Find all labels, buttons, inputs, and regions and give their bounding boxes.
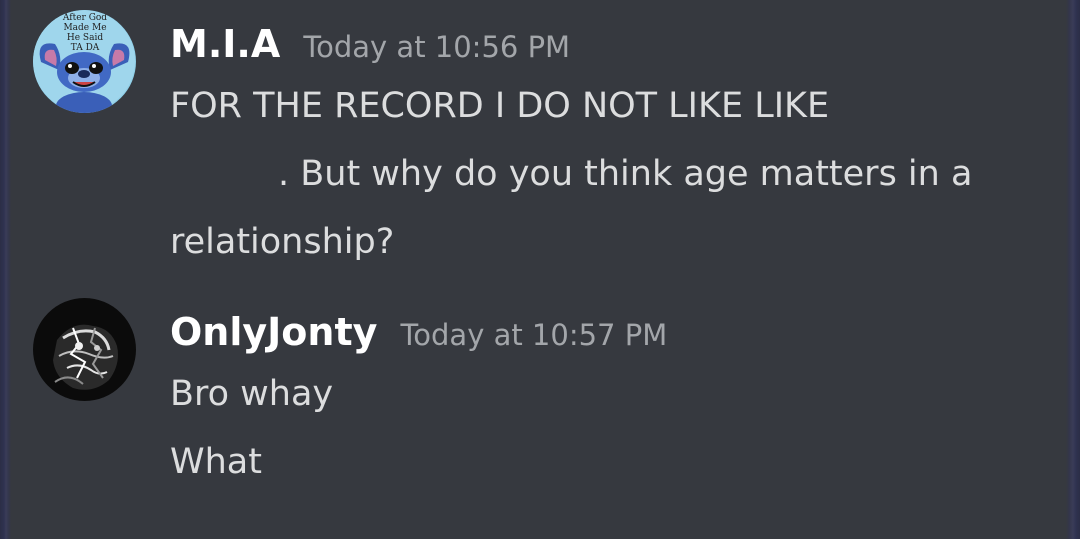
message-line: What — [170, 442, 262, 482]
message-body: OnlyJonty Today at 10:57 PM Bro whay Wha… — [170, 298, 1060, 496]
svg-text:TA DA: TA DA — [71, 43, 100, 53]
avatar[interactable]: After God Made Me He Said TA DA — [33, 10, 136, 113]
message-header: OnlyJonty Today at 10:57 PM — [170, 298, 1060, 360]
svg-text:Made Me: Made Me — [63, 23, 106, 33]
svg-text:He Said: He Said — [67, 33, 103, 43]
sketch-avatar-icon — [33, 298, 136, 401]
avatar[interactable] — [33, 298, 136, 401]
window-edge-left — [0, 0, 11, 539]
message-line: Bro whay — [170, 374, 334, 414]
message-line: relationship? — [170, 222, 395, 262]
message-line: . But why do you think age matters in a — [278, 154, 973, 194]
message-line: FOR THE RECORD I DO NOT LIKE LIKE — [170, 86, 830, 126]
message-body: M.I.A Today at 10:56 PM FOR THE RECORD I… — [170, 10, 1060, 276]
stitch-avatar-icon: After God Made Me He Said TA DA — [33, 10, 136, 113]
message-content: FOR THE RECORD I DO NOT LIKE LIKE . But … — [170, 72, 1060, 276]
window-edge-right — [1066, 0, 1080, 539]
svg-text:After God: After God — [62, 13, 107, 23]
timestamp: Today at 10:56 PM — [303, 30, 571, 64]
username[interactable]: M.I.A — [170, 22, 280, 66]
message-header: M.I.A Today at 10:56 PM — [170, 10, 1060, 72]
username[interactable]: OnlyJonty — [170, 310, 377, 354]
message-content: Bro whay What — [170, 360, 1060, 496]
timestamp: Today at 10:57 PM — [400, 318, 668, 352]
